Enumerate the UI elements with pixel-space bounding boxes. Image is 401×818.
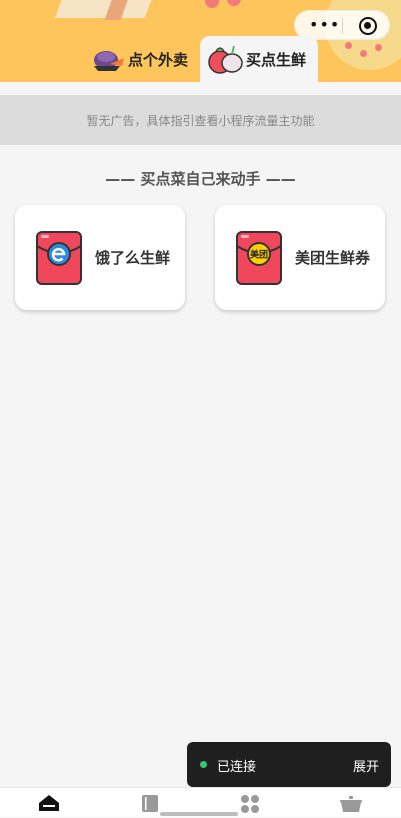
grid-icon[interactable] <box>240 794 260 818</box>
ad-placeholder: 暂无广告，具体指引查看小程序流量主功能 <box>0 95 401 145</box>
section-title: —— 买点菜自己来动手 —— <box>105 170 296 188</box>
capsule-divider <box>342 18 343 34</box>
vegetable-icon <box>208 45 243 74</box>
banner-decoration <box>205 0 219 8</box>
pot-icon[interactable] <box>340 794 362 818</box>
meituan-red-envelope-icon: 美团 <box>236 230 282 285</box>
tab-waimai[interactable]: 点个外卖 <box>90 36 188 82</box>
home-indicator <box>160 812 238 816</box>
meituan-fresh-card[interactable]: 美团 美团生鲜券 <box>215 205 385 310</box>
close-miniprogram-icon[interactable] <box>359 17 377 35</box>
header-banner: ••• 点个外卖 买点生鲜 <box>0 0 401 82</box>
more-menu-icon[interactable]: ••• <box>309 15 340 34</box>
eleme-red-envelope-icon <box>36 230 82 285</box>
banner-decoration <box>360 50 367 57</box>
tab-shengxian[interactable]: 买点生鲜 <box>200 36 318 82</box>
home-icon[interactable] <box>38 794 60 816</box>
meituan-badge-text: 美团 <box>250 248 268 260</box>
banner-decoration <box>375 44 382 51</box>
book-icon[interactable] <box>140 794 160 818</box>
connected-status-dot <box>200 761 207 768</box>
connection-toast: 已连接 展开 <box>187 742 391 787</box>
tab-label: 点个外卖 <box>128 50 189 69</box>
card-label: 美团生鲜券 <box>295 249 371 267</box>
eleme-fresh-card[interactable]: 饿了么生鲜 <box>15 205 185 310</box>
takeout-food-icon <box>94 51 124 71</box>
card-label: 饿了么生鲜 <box>95 249 171 267</box>
expand-button[interactable]: 展开 <box>353 756 379 775</box>
banner-decoration <box>345 42 352 49</box>
banner-decoration <box>227 0 241 6</box>
connection-status: 已连接 <box>217 760 257 775</box>
tab-label: 买点生鲜 <box>246 50 307 69</box>
